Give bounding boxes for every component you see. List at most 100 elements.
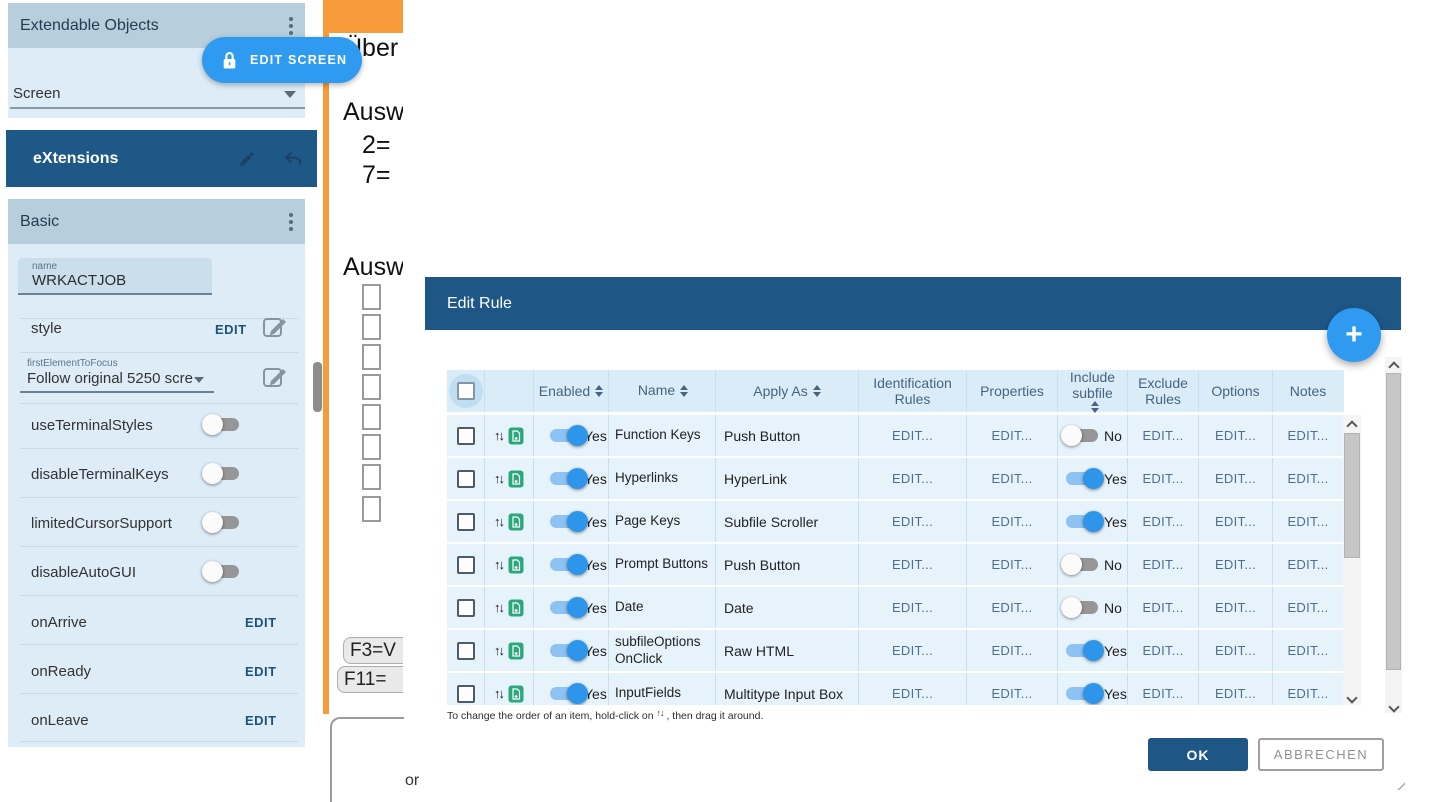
row-checkbox[interactable] bbox=[457, 513, 475, 531]
identification-rules-edit[interactable]: EDIT... bbox=[858, 630, 966, 671]
identification-rules-edit[interactable]: EDIT... bbox=[858, 501, 966, 542]
properties-edit[interactable]: EDIT... bbox=[966, 673, 1057, 705]
edit-screen-button[interactable]: EDIT SCREEN bbox=[202, 37, 362, 83]
enabled-toggle[interactable] bbox=[547, 511, 585, 532]
notes-edit[interactable]: EDIT... bbox=[1272, 458, 1343, 499]
option-checkbox[interactable] bbox=[362, 404, 381, 430]
insert-document-icon[interactable] bbox=[508, 470, 524, 488]
scroll-down-icon[interactable] bbox=[1346, 692, 1357, 703]
properties-edit[interactable]: EDIT... bbox=[966, 501, 1057, 542]
first-element-value[interactable]: Follow original 5250 scre bbox=[27, 370, 193, 387]
options-edit[interactable]: EDIT... bbox=[1198, 458, 1272, 499]
insert-document-icon[interactable] bbox=[508, 642, 524, 660]
identification-rules-edit[interactable]: EDIT... bbox=[858, 587, 966, 628]
undo-icon[interactable] bbox=[282, 150, 304, 167]
identification-rules-edit[interactable]: EDIT... bbox=[858, 458, 966, 499]
option-checkbox[interactable] bbox=[362, 464, 381, 490]
notes-edit[interactable]: EDIT... bbox=[1272, 544, 1343, 585]
row-checkbox[interactable] bbox=[457, 642, 475, 660]
scroll-up-icon[interactable] bbox=[1346, 420, 1357, 431]
exclude-rules-edit[interactable]: EDIT... bbox=[1127, 458, 1198, 499]
ok-button[interactable]: OK bbox=[1148, 738, 1248, 771]
row-checkbox[interactable] bbox=[457, 556, 475, 574]
options-edit[interactable]: EDIT... bbox=[1198, 501, 1272, 542]
enabled-toggle[interactable] bbox=[547, 425, 585, 446]
notes-edit[interactable]: EDIT... bbox=[1272, 630, 1343, 671]
notes-edit[interactable]: EDIT... bbox=[1272, 587, 1343, 628]
style-edit-icon[interactable] bbox=[261, 313, 289, 339]
options-edit[interactable]: EDIT... bbox=[1198, 415, 1272, 456]
options-edit[interactable]: EDIT... bbox=[1198, 544, 1272, 585]
notes-edit[interactable]: EDIT... bbox=[1272, 501, 1343, 542]
reorder-handle-icon[interactable]: ↑↓ bbox=[494, 557, 503, 572]
include-subfile-toggle[interactable] bbox=[1063, 425, 1101, 446]
include-subfile-toggle[interactable] bbox=[1063, 554, 1101, 575]
notes-edit[interactable]: EDIT... bbox=[1272, 673, 1343, 705]
style-edit-link[interactable]: EDIT bbox=[215, 322, 247, 337]
properties-edit[interactable]: EDIT... bbox=[966, 415, 1057, 456]
include-subfile-toggle[interactable] bbox=[1063, 511, 1101, 532]
exclude-rules-edit[interactable]: EDIT... bbox=[1127, 501, 1198, 542]
options-edit[interactable]: EDIT... bbox=[1198, 630, 1272, 671]
name-field[interactable]: name WRKACTJOB bbox=[18, 258, 212, 294]
scroll-down-icon[interactable] bbox=[1388, 701, 1399, 712]
exclude-rules-edit[interactable]: EDIT... bbox=[1127, 673, 1198, 705]
object-select-value[interactable]: Screen bbox=[13, 85, 61, 102]
enabled-toggle[interactable] bbox=[547, 468, 585, 489]
add-rule-button[interactable]: + bbox=[1327, 308, 1381, 362]
fkey-button[interactable]: F11= bbox=[337, 666, 403, 693]
option-checkbox[interactable] bbox=[362, 496, 381, 522]
cancel-button[interactable]: ABBRECHEN bbox=[1258, 738, 1384, 771]
insert-document-icon[interactable] bbox=[508, 427, 524, 445]
identification-rules-edit[interactable]: EDIT... bbox=[858, 415, 966, 456]
onArrive-edit-link[interactable]: EDIT bbox=[245, 615, 277, 630]
reorder-handle-icon[interactable]: ↑↓ bbox=[494, 514, 503, 529]
exclude-rules-edit[interactable]: EDIT... bbox=[1127, 544, 1198, 585]
option-checkbox[interactable] bbox=[362, 374, 381, 400]
pencil-icon[interactable] bbox=[238, 150, 256, 168]
table-scrollbar-thumb[interactable] bbox=[1344, 433, 1360, 558]
properties-edit[interactable]: EDIT... bbox=[966, 458, 1057, 499]
identification-rules-edit[interactable]: EDIT... bbox=[858, 673, 966, 705]
reorder-handle-icon[interactable]: ↑↓ bbox=[494, 600, 503, 615]
reorder-handle-icon[interactable]: ↑↓ bbox=[494, 471, 503, 486]
enabled-toggle[interactable] bbox=[547, 683, 585, 704]
exclude-rules-edit[interactable]: EDIT... bbox=[1127, 415, 1198, 456]
option-checkbox[interactable] bbox=[362, 434, 381, 460]
reorder-handle-icon[interactable]: ↑↓ bbox=[494, 643, 503, 658]
insert-document-icon[interactable] bbox=[508, 556, 524, 574]
option-checkbox[interactable] bbox=[362, 344, 381, 370]
include-subfile-toggle[interactable] bbox=[1063, 683, 1101, 704]
row-checkbox[interactable] bbox=[457, 599, 475, 617]
enabled-toggle[interactable] bbox=[547, 597, 585, 618]
kebab-menu-icon[interactable] bbox=[289, 17, 293, 35]
insert-document-icon[interactable] bbox=[508, 685, 524, 703]
include-subfile-toggle[interactable] bbox=[1063, 468, 1101, 489]
dialog-scrollbar[interactable] bbox=[1385, 357, 1402, 713]
header-include-subfile[interactable]: Include subfile bbox=[1057, 370, 1127, 412]
include-subfile-toggle[interactable] bbox=[1063, 640, 1101, 661]
kebab-menu-icon[interactable] bbox=[289, 213, 293, 231]
dialog-scrollbar-thumb[interactable] bbox=[1386, 373, 1401, 670]
sidebar-scrollbar-thumb[interactable] bbox=[313, 362, 322, 412]
options-edit[interactable]: EDIT... bbox=[1198, 673, 1272, 705]
onReady-edit-link[interactable]: EDIT bbox=[245, 664, 277, 679]
properties-edit[interactable]: EDIT... bbox=[966, 544, 1057, 585]
scroll-up-icon[interactable] bbox=[1388, 361, 1399, 372]
insert-document-icon[interactable] bbox=[508, 599, 524, 617]
header-name[interactable]: Name bbox=[608, 370, 715, 412]
reorder-handle-icon[interactable]: ↑↓ bbox=[494, 428, 503, 443]
resize-grip-icon[interactable] bbox=[1394, 779, 1405, 790]
table-scrollbar[interactable] bbox=[1343, 415, 1361, 705]
header-enabled[interactable]: Enabled bbox=[533, 370, 608, 412]
option-checkbox[interactable] bbox=[362, 284, 381, 310]
enabled-toggle[interactable] bbox=[547, 640, 585, 661]
chevron-down-icon[interactable] bbox=[284, 91, 296, 98]
dialog-title-bar[interactable]: Edit Rule bbox=[425, 277, 1401, 330]
enabled-toggle[interactable] bbox=[547, 554, 585, 575]
row-checkbox[interactable] bbox=[457, 685, 475, 703]
exclude-rules-edit[interactable]: EDIT... bbox=[1127, 587, 1198, 628]
row-checkbox[interactable] bbox=[457, 427, 475, 445]
properties-edit[interactable]: EDIT... bbox=[966, 630, 1057, 671]
reorder-handle-icon[interactable]: ↑↓ bbox=[494, 686, 503, 701]
